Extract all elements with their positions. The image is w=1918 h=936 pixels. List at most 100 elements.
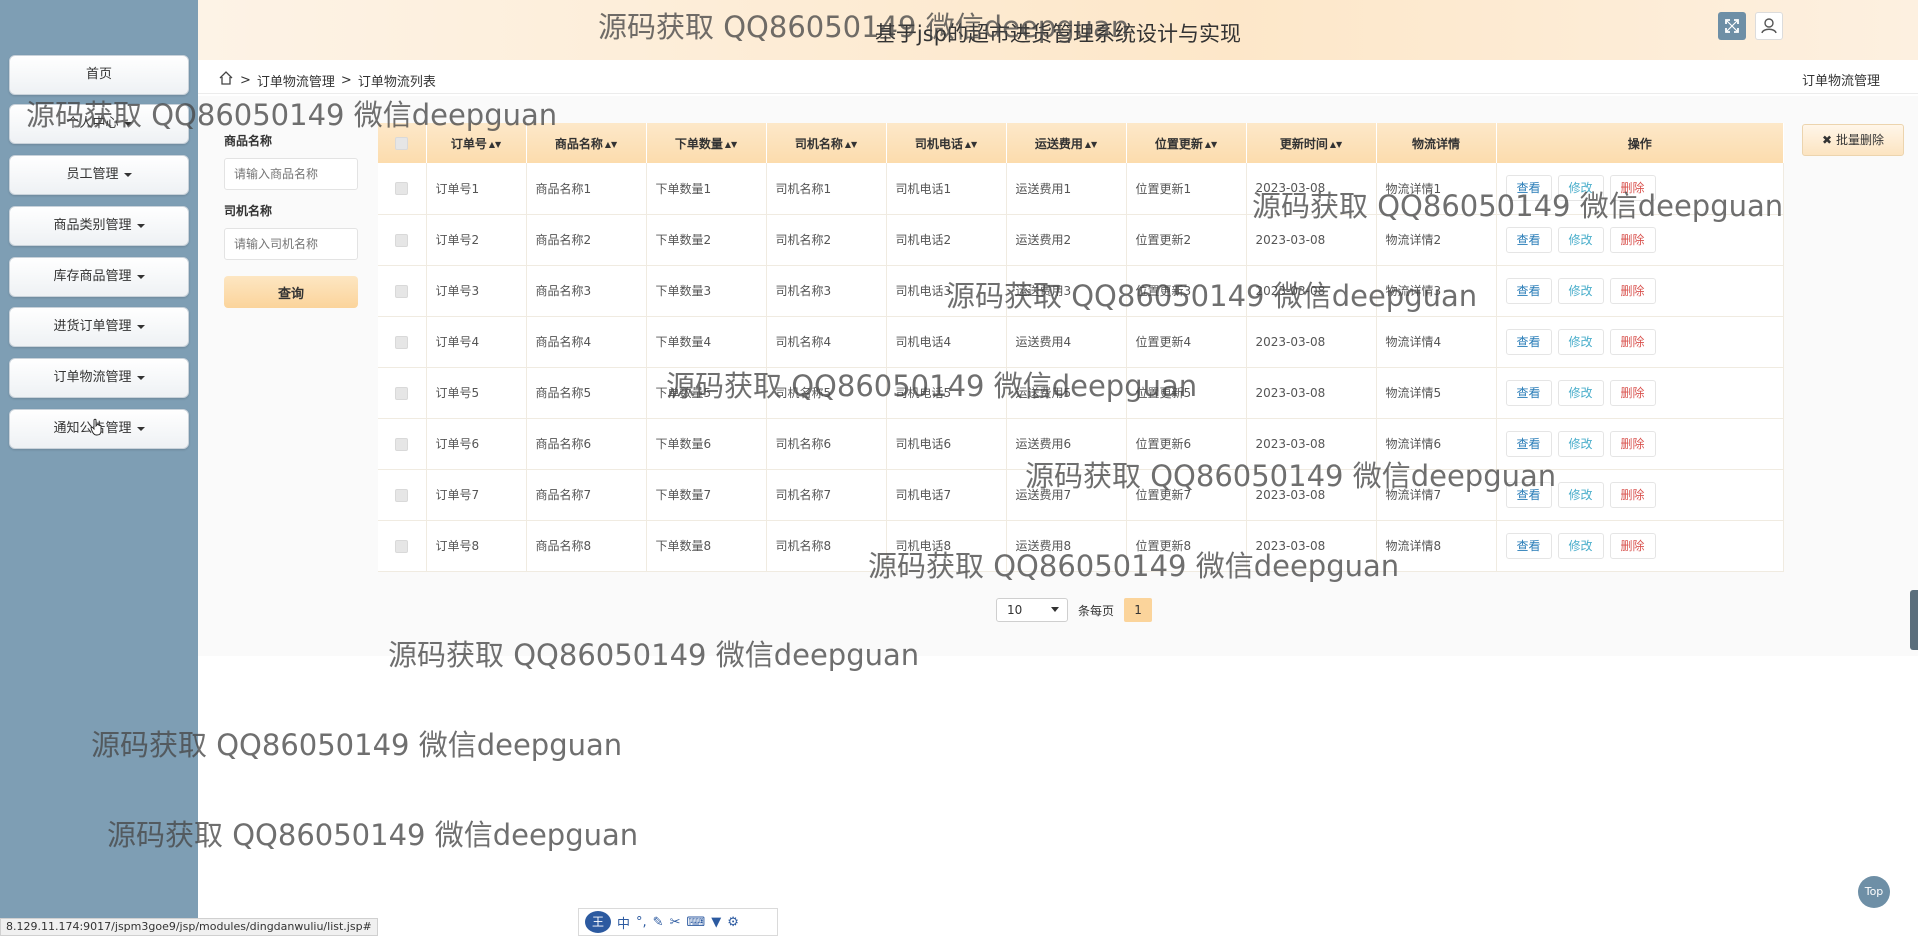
driver-name-input[interactable] [224, 228, 358, 260]
top-header: 基于jsp的超市进货管理系统设计与实现 [198, 0, 1918, 60]
table-cell: 下单数量2 [646, 214, 767, 266]
view-button[interactable]: 查看 [1505, 175, 1552, 202]
view-button[interactable]: 查看 [1505, 430, 1552, 457]
edit-button[interactable]: 修改 [1557, 175, 1604, 202]
col-driver-name[interactable]: 司机名称 ▲▼ [766, 123, 887, 163]
row-actions: 查看 修改 删除 [1496, 520, 1784, 572]
table-cell: 司机电话4 [886, 316, 1007, 368]
table-cell: 运送费用7 [1006, 469, 1127, 521]
sidebar-item-purchase[interactable]: 进货订单管理 [9, 307, 189, 347]
table-cell: 运送费用8 [1006, 520, 1127, 572]
sidebar-item-home[interactable]: 首页 [9, 55, 189, 95]
view-button[interactable]: 查看 [1505, 532, 1552, 559]
ime-skin-icon[interactable]: ▼ [711, 915, 721, 930]
col-quantity[interactable]: 下单数量 ▲▼ [646, 123, 767, 163]
sort-icon: ▲▼ [844, 139, 858, 149]
sort-icon: ▲▼ [1204, 139, 1218, 149]
fullscreen-icon[interactable] [1718, 12, 1746, 40]
view-button[interactable]: 查看 [1505, 379, 1552, 406]
table-cell: 商品名称8 [526, 520, 647, 572]
ime-keyboard-icon[interactable]: ⌨ [686, 915, 705, 930]
col-update-time[interactable]: 更新时间 ▲▼ [1246, 123, 1377, 163]
caret-down-icon [136, 223, 145, 228]
row-checkbox[interactable] [378, 163, 427, 215]
delete-button[interactable]: 删除 [1609, 481, 1656, 508]
delete-button[interactable]: 删除 [1609, 226, 1656, 253]
search-button[interactable]: 查询 [224, 276, 358, 308]
ime-logo-icon[interactable]: 王 [585, 911, 611, 933]
row-actions: 查看 修改 删除 [1496, 163, 1784, 215]
page-size-select[interactable]: 10 [996, 598, 1068, 622]
edit-button[interactable]: 修改 [1557, 328, 1604, 355]
table-cell: 2023-03-08 [1246, 163, 1377, 215]
row-checkbox[interactable] [378, 469, 427, 521]
table-cell: 下单数量5 [646, 367, 767, 419]
sidebar-item-stock[interactable]: 库存商品管理 [9, 257, 189, 297]
row-checkbox[interactable] [378, 367, 427, 419]
edit-button[interactable]: 修改 [1557, 481, 1604, 508]
table-row: 订单号5 商品名称5 下单数量5 司机名称5 司机电话5 运送费用5 位置更新5 2023-0… [378, 367, 1784, 419]
row-checkbox[interactable] [378, 214, 427, 266]
table-cell: 订单号3 [426, 265, 527, 317]
table-cell: 物流详情5 [1376, 367, 1497, 419]
edit-button[interactable]: 修改 [1557, 226, 1604, 253]
delete-button[interactable]: 删除 [1609, 430, 1656, 457]
table-cell: 司机名称7 [766, 469, 887, 521]
main-content: 商品名称 司机名称 查询 ✖ 批量删除 订单号▲▼ 商品名称▲▼ 下单数量▲▼ … [198, 96, 1918, 656]
delete-button[interactable]: 删除 [1609, 175, 1656, 202]
delete-button[interactable]: 删除 [1609, 328, 1656, 355]
table-cell: 订单号2 [426, 214, 527, 266]
sidebar-item-profile[interactable]: 个人中心 [9, 104, 189, 144]
delete-button[interactable]: 删除 [1609, 277, 1656, 304]
view-button[interactable]: 查看 [1505, 481, 1552, 508]
edit-button[interactable]: 修改 [1557, 277, 1604, 304]
ime-mode[interactable]: 中 [617, 913, 630, 932]
user-icon[interactable] [1755, 12, 1783, 40]
table-cell: 商品名称2 [526, 214, 647, 266]
col-location[interactable]: 位置更新 ▲▼ [1126, 123, 1247, 163]
edit-button[interactable]: 修改 [1557, 430, 1604, 457]
row-actions: 查看 修改 删除 [1496, 469, 1784, 521]
product-name-input[interactable] [224, 158, 358, 190]
home-icon[interactable] [218, 70, 234, 90]
sidebar-item-category[interactable]: 商品类别管理 [9, 206, 189, 246]
row-checkbox[interactable] [378, 520, 427, 572]
delete-button[interactable]: 删除 [1609, 379, 1656, 406]
table-cell: 2023-03-08 [1246, 418, 1377, 470]
ime-settings-icon[interactable]: ⚙ [727, 915, 739, 930]
col-order-no[interactable]: 订单号 ▲▼ [426, 123, 527, 163]
table-cell: 订单号4 [426, 316, 527, 368]
edit-button[interactable]: 修改 [1557, 532, 1604, 559]
table-cell: 2023-03-08 [1246, 214, 1377, 266]
table-cell: 下单数量4 [646, 316, 767, 368]
row-checkbox[interactable] [378, 265, 427, 317]
view-button[interactable]: 查看 [1505, 277, 1552, 304]
edit-button[interactable]: 修改 [1557, 379, 1604, 406]
table-cell: 司机名称3 [766, 265, 887, 317]
view-button[interactable]: 查看 [1505, 226, 1552, 253]
col-driver-phone[interactable]: 司机电话 ▲▼ [886, 123, 1007, 163]
back-to-top-button[interactable]: Top [1858, 876, 1890, 908]
page-number-current[interactable]: 1 [1124, 598, 1153, 622]
row-checkbox[interactable] [378, 418, 427, 470]
ime-pen-icon[interactable]: ✎ [653, 915, 664, 930]
table-cell: 2023-03-08 [1246, 469, 1377, 521]
row-checkbox[interactable] [378, 316, 427, 368]
batch-delete-button[interactable]: ✖ 批量删除 [1802, 124, 1904, 156]
ime-scissors-icon[interactable]: ✂ [670, 915, 681, 930]
table-cell: 商品名称5 [526, 367, 647, 419]
sidebar-item-staff[interactable]: 员工管理 [9, 155, 189, 195]
table-cell: 物流详情8 [1376, 520, 1497, 572]
ime-punct-icon[interactable]: °, [636, 915, 647, 930]
breadcrumb-item-logistics[interactable]: 订单物流管理 [257, 71, 335, 90]
delete-button[interactable]: 删除 [1609, 532, 1656, 559]
side-edge-tab[interactable] [1910, 590, 1918, 650]
sidebar-item-label: 库存商品管理 [53, 269, 132, 284]
table-cell: 运送费用5 [1006, 367, 1127, 419]
col-product-name[interactable]: 商品名称 ▲▼ [526, 123, 647, 163]
select-all-checkbox[interactable] [378, 123, 427, 163]
col-freight[interactable]: 运送费用 ▲▼ [1006, 123, 1127, 163]
sidebar-item-logistics[interactable]: 订单物流管理 [9, 358, 189, 398]
table-row: 订单号2 商品名称2 下单数量2 司机名称2 司机电话2 运送费用2 位置更新2 2023-0… [378, 214, 1784, 266]
view-button[interactable]: 查看 [1505, 328, 1552, 355]
